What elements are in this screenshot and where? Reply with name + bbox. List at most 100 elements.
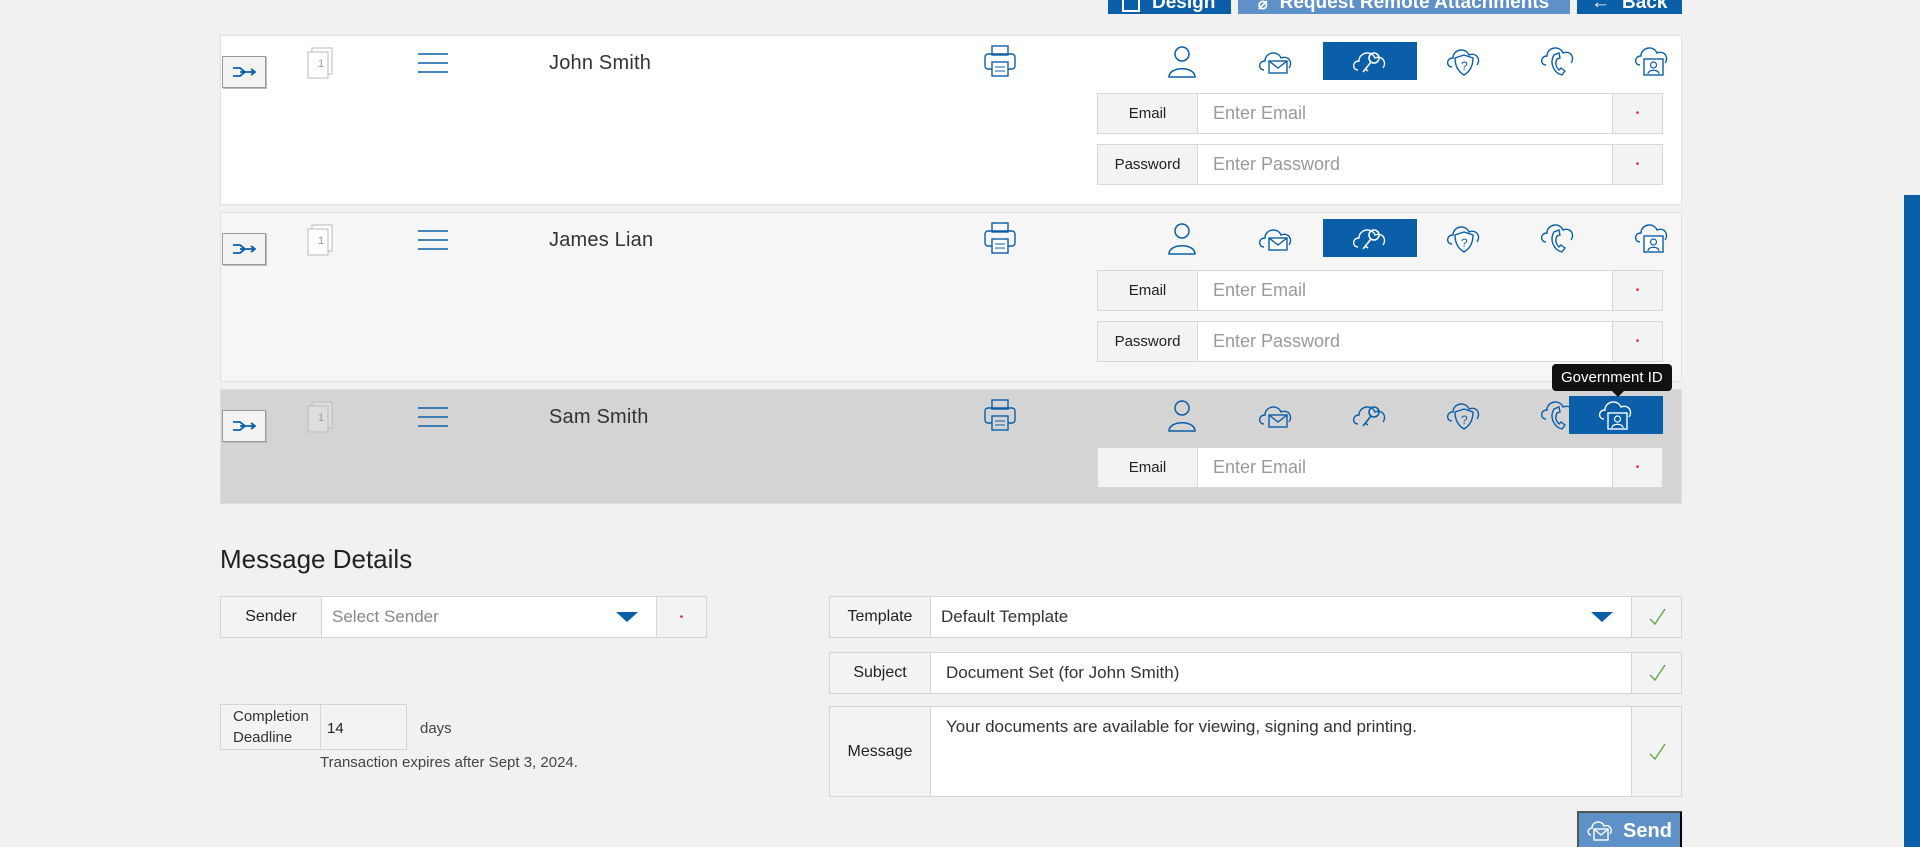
- auth-person-icon[interactable]: [1135, 396, 1229, 434]
- svg-text:?: ?: [1461, 236, 1468, 250]
- auth-question-shield-icon[interactable]: ?: [1417, 219, 1511, 257]
- hamburger-menu-icon[interactable]: [417, 229, 449, 256]
- message-textarea[interactable]: Your documents are available for viewing…: [931, 707, 1631, 796]
- template-field: Template Default Template: [829, 596, 1682, 638]
- required-indicator: •: [1612, 322, 1662, 361]
- completion-deadline-label: Completion Deadline: [221, 705, 321, 749]
- message-details-title: Message Details: [220, 544, 413, 574]
- required-indicator: •: [656, 597, 706, 637]
- send-envelope-icon: [1587, 821, 1612, 841]
- chevron-down-icon[interactable]: [1591, 597, 1631, 637]
- email-field: Email Enter Email •: [1097, 93, 1663, 134]
- check-icon: [1631, 707, 1681, 796]
- paperclip-icon: ⌀: [1258, 0, 1268, 13]
- route-arrow-icon: [233, 244, 257, 254]
- chevron-down-icon[interactable]: [616, 597, 656, 637]
- completion-deadline-input[interactable]: 14: [321, 705, 406, 749]
- printer-icon[interactable]: [983, 44, 1017, 83]
- subject-label: Subject: [830, 653, 931, 693]
- subject-input[interactable]: Document Set (for John Smith): [931, 653, 1631, 693]
- auth-question-shield-icon[interactable]: ?: [1417, 396, 1511, 434]
- government-id-tooltip: Government ID: [1552, 364, 1672, 397]
- back-arrow-icon: ←: [1591, 0, 1610, 13]
- email-input[interactable]: Enter Email: [1198, 94, 1612, 133]
- email-field: Email Enter Email •: [1097, 270, 1663, 311]
- back-button[interactable]: ← Back: [1577, 0, 1682, 14]
- expiry-note: Transaction expires after Sept 3, 2024.: [320, 754, 578, 771]
- sender-field: Sender Select Sender •: [220, 596, 707, 638]
- document-count-icon[interactable]: 1: [306, 223, 336, 264]
- recipient-name: John Smith: [549, 52, 652, 74]
- days-label: days: [420, 720, 452, 737]
- svg-text:?: ?: [1461, 413, 1468, 427]
- page: Design ⌀ Request Remote Attachments ← Ba…: [0, 0, 1920, 847]
- route-button[interactable]: [222, 56, 266, 88]
- hamburger-menu-icon[interactable]: [417, 406, 449, 433]
- required-indicator: •: [1612, 271, 1662, 310]
- svg-text:1: 1: [318, 412, 324, 424]
- auth-email-cloud-icon[interactable]: [1229, 219, 1323, 257]
- send-label: Send: [1623, 819, 1672, 842]
- recipient-name: James Lian: [549, 229, 654, 251]
- auth-phone-icon[interactable]: [1511, 42, 1605, 80]
- password-field: Password Enter Password •: [1097, 321, 1663, 362]
- auth-question-shield-icon[interactable]: ?: [1417, 42, 1511, 80]
- password-label: Password: [1098, 322, 1198, 361]
- auth-phone-icon[interactable]: [1511, 219, 1605, 257]
- sender-label: Sender: [221, 597, 322, 637]
- route-button[interactable]: [222, 233, 266, 265]
- document-count-icon[interactable]: 1: [306, 46, 336, 87]
- recipient-row: 1 John Smith ? Email Enter Email • Passw…: [220, 35, 1682, 205]
- email-label: Email: [1098, 94, 1198, 133]
- route-arrow-icon: [233, 421, 257, 431]
- send-button[interactable]: Send: [1577, 811, 1682, 847]
- template-select[interactable]: Default Template: [931, 597, 1591, 637]
- password-input[interactable]: Enter Password: [1198, 322, 1612, 361]
- password-input[interactable]: Enter Password: [1198, 145, 1612, 184]
- svg-text:1: 1: [318, 235, 324, 247]
- sms-auth-icon[interactable]: [1323, 396, 1417, 434]
- email-input[interactable]: Enter Email: [1198, 271, 1612, 310]
- email-field: Email Enter Email •: [1097, 447, 1663, 488]
- subject-field: Subject Document Set (for John Smith): [829, 652, 1682, 694]
- email-label: Email: [1098, 448, 1198, 487]
- design-label: Design: [1152, 0, 1216, 13]
- recipient-row: 1 Sam Smith ? Email Enter Email •: [220, 389, 1682, 504]
- sms-auth-icon[interactable]: [1323, 42, 1417, 80]
- government-id-icon[interactable]: [1569, 396, 1663, 434]
- design-button[interactable]: Design: [1108, 0, 1231, 14]
- sender-select[interactable]: Select Sender: [322, 597, 616, 637]
- check-icon: [1631, 653, 1681, 693]
- auth-person-icon[interactable]: [1135, 42, 1229, 80]
- required-indicator: •: [1612, 448, 1662, 487]
- recipient-row: 1 James Lian ? Email Enter Email • Passw…: [220, 212, 1682, 382]
- route-arrow-icon: [233, 67, 257, 77]
- check-icon: [1631, 597, 1681, 637]
- password-label: Password: [1098, 145, 1198, 184]
- sms-auth-icon[interactable]: [1323, 219, 1417, 257]
- template-label: Template: [830, 597, 931, 637]
- route-button[interactable]: [222, 410, 266, 442]
- request-remote-attachments-button[interactable]: ⌀ Request Remote Attachments: [1238, 0, 1570, 14]
- completion-deadline-field: Completion Deadline 14: [220, 704, 407, 750]
- request-remote-label: Request Remote Attachments: [1279, 0, 1550, 13]
- auth-person-icon[interactable]: [1135, 219, 1229, 257]
- recipient-name: Sam Smith: [549, 406, 649, 428]
- svg-text:1: 1: [318, 58, 324, 70]
- back-label: Back: [1622, 0, 1668, 13]
- password-field: Password Enter Password •: [1097, 144, 1663, 185]
- email-label: Email: [1098, 271, 1198, 310]
- auth-email-cloud-icon[interactable]: [1229, 42, 1323, 80]
- hamburger-menu-icon[interactable]: [417, 52, 449, 79]
- government-id-icon[interactable]: [1605, 42, 1699, 80]
- email-input[interactable]: Enter Email: [1198, 448, 1612, 487]
- scrollbar-thumb[interactable]: [1904, 195, 1920, 847]
- government-id-icon[interactable]: [1605, 219, 1699, 257]
- printer-icon[interactable]: [983, 398, 1017, 437]
- printer-icon[interactable]: [983, 221, 1017, 260]
- design-icon: [1122, 0, 1140, 12]
- required-indicator: •: [1612, 145, 1662, 184]
- required-indicator: •: [1612, 94, 1662, 133]
- document-count-icon[interactable]: 1: [306, 400, 336, 441]
- auth-email-cloud-icon[interactable]: [1229, 396, 1323, 434]
